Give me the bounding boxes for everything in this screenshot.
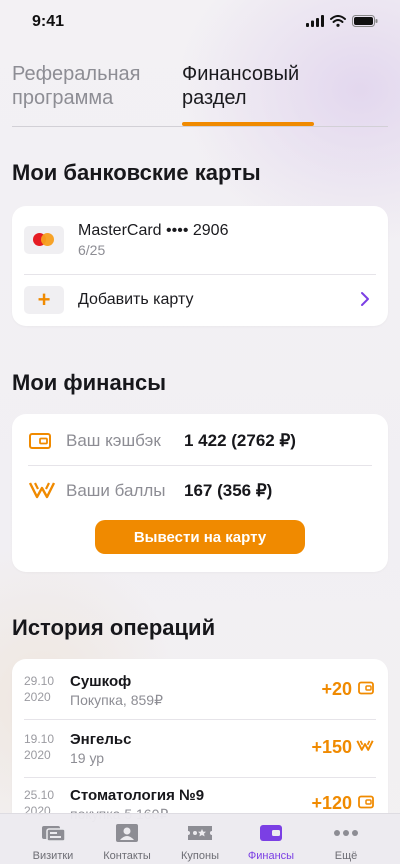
card-expiry: 6/25 <box>78 242 106 258</box>
nav-business-cards[interactable]: Визитки <box>14 814 92 864</box>
history-title: История операций <box>12 615 216 640</box>
business-card-icon <box>40 822 66 844</box>
cashback-value: 1 422 (2762 ₽) <box>184 431 296 450</box>
wallet-icon <box>259 822 283 844</box>
cashback-row: Ваш кэшбэк 1 422 (2762 ₽) <box>28 416 372 466</box>
more-icon <box>333 822 359 844</box>
bank-cards-card: MasterCard •••• 2906 6/25 + Добавить кар… <box>12 206 388 326</box>
status-icons <box>306 15 378 27</box>
tabs-divider <box>12 126 388 127</box>
mastercard-icon <box>24 226 64 254</box>
bank-cards-title: Мои банковские карты <box>12 160 261 185</box>
wallet-icon <box>358 681 374 695</box>
nav-label: Ещё <box>334 850 358 862</box>
nav-label: Визитки <box>32 850 74 862</box>
wifi-icon <box>330 15 346 27</box>
points-icon <box>356 740 374 751</box>
history-amount: +20 <box>321 679 352 699</box>
history-subtitle: 19 ур <box>70 750 105 766</box>
tab-finance-section[interactable]: Финансовый раздел <box>182 62 332 110</box>
history-amount: +150 <box>311 737 352 757</box>
status-time: 9:41 <box>32 13 65 30</box>
nav-label: Финансы <box>247 850 295 862</box>
nav-contacts[interactable]: Контакты <box>88 814 166 864</box>
points-icon <box>28 482 56 499</box>
finances-title: Мои финансы <box>12 370 167 395</box>
contacts-icon <box>115 822 139 844</box>
status-bar: 9:41 <box>0 0 400 44</box>
nav-label: Купоны <box>181 850 219 862</box>
history-card: 29.10 2020 Сушкоф Покупка, 859₽ +20 19.10… <box>12 659 388 829</box>
signal-icon <box>306 15 324 27</box>
active-tab-indicator <box>182 122 314 126</box>
withdraw-to-card-button[interactable]: Вывести на карту <box>95 520 305 554</box>
nav-finances[interactable]: Финансы <box>232 814 310 864</box>
history-amount: +120 <box>311 793 352 813</box>
finances-card: Ваш кэшбэк 1 422 (2762 ₽) Ваши баллы 167… <box>12 414 388 572</box>
history-subtitle: Покупка, 859₽ <box>70 692 163 708</box>
cashback-label: Ваш кэшбэк <box>66 431 161 450</box>
tab-referral-program[interactable]: Реферальная программа <box>12 62 172 110</box>
history-date: 19.10 2020 <box>24 732 55 762</box>
nav-label: Контакты <box>103 850 151 862</box>
history-row[interactable]: 19.10 2020 Энгельс 19 ур +150 <box>12 717 388 775</box>
card-name: MasterCard •••• 2906 <box>78 222 229 239</box>
history-name: Стоматология №9 <box>70 787 205 804</box>
wallet-icon <box>358 795 374 809</box>
history-row[interactable]: 29.10 2020 Сушкоф Покупка, 859₽ +20 <box>12 659 388 717</box>
nav-coupons[interactable]: Купоны <box>161 814 239 864</box>
bank-card-row[interactable]: MasterCard •••• 2906 6/25 <box>24 211 376 269</box>
history-name: Энгельс <box>70 731 132 748</box>
wallet-icon <box>29 433 51 449</box>
battery-icon <box>352 15 378 27</box>
history-date: 29.10 2020 <box>24 674 55 704</box>
add-card-button[interactable]: + Добавить карту <box>24 275 376 325</box>
coupon-icon <box>187 822 213 844</box>
nav-more[interactable]: Ещё <box>307 814 385 864</box>
tab-bar: Реферальная программа Финансовый раздел <box>0 58 400 128</box>
points-value: 167 (356 ₽) <box>184 481 273 500</box>
points-row: Ваши баллы 167 (356 ₽) <box>28 466 372 516</box>
points-label: Ваши баллы <box>66 481 166 500</box>
plus-icon: + <box>24 286 64 314</box>
bottom-navigation: Визитки Контакты Купоны Финансы Ещё <box>0 813 400 864</box>
chevron-right-icon <box>361 292 369 306</box>
add-card-label: Добавить карту <box>78 291 194 308</box>
history-name: Сушкоф <box>70 673 132 690</box>
